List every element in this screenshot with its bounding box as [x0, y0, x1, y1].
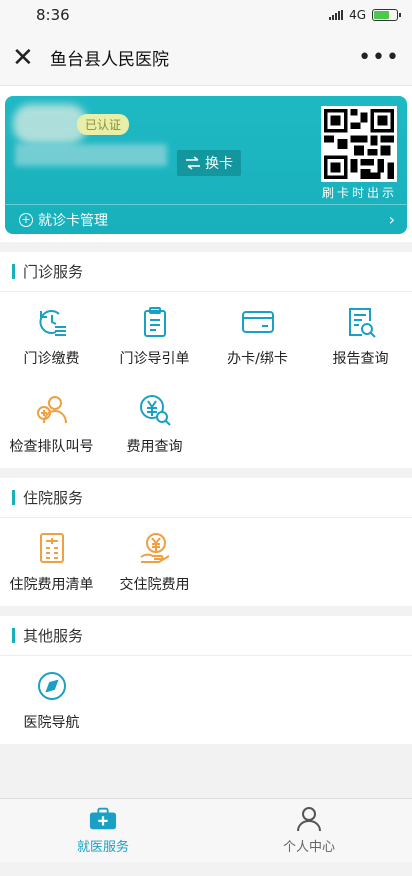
card-icon: [240, 304, 276, 340]
status-bar: 8:36 4G: [0, 0, 412, 30]
service-label: 门诊缴费: [23, 351, 80, 367]
service-label: 交住院费用: [119, 577, 190, 593]
service-outpatient-guide[interactable]: 门诊导引单: [103, 292, 206, 380]
service-label: 住院费用清单: [9, 577, 94, 593]
fee-search-icon: [137, 392, 173, 428]
service-inpatient-pay[interactable]: 交住院费用: [103, 518, 206, 606]
service-grid: 门诊缴费 门诊导引单 办卡/绑卡 报告查询 检查排队叫号 费用查询: [0, 292, 412, 468]
nav-bar: ✕ 鱼台县人民医院 •••: [0, 30, 412, 86]
section-outpatient: 门诊服务 门诊缴费 门诊导引单 办卡/绑卡 报告查询 检查排队叫号 费用查询: [0, 252, 412, 468]
network-type: 4G: [349, 8, 366, 22]
service-label: 门诊导引单: [119, 351, 190, 367]
service-fee-query[interactable]: 费用查询: [103, 380, 206, 468]
queue-user-icon: [34, 392, 70, 428]
section-inpatient: 住院服务 住院费用清单 交住院费用: [0, 478, 412, 606]
chevron-right-icon: ›: [388, 210, 395, 229]
tab-bar: 就医服务 个人中心: [0, 798, 412, 862]
close-icon[interactable]: ✕: [12, 45, 40, 71]
tab-label: 就医服务: [76, 840, 129, 855]
masked-card-number: [15, 144, 167, 166]
bill-list-icon: [34, 530, 70, 566]
service-grid: 住院费用清单 交住院费用: [0, 518, 412, 606]
switch-card-label: 换卡: [205, 156, 233, 172]
add-circle-icon: +: [19, 212, 33, 227]
masked-name: [13, 104, 87, 144]
tab-personal-center[interactable]: 个人中心: [206, 799, 412, 862]
verified-badge: 已认证: [77, 114, 130, 135]
more-icon[interactable]: •••: [358, 45, 400, 70]
clock-list-icon: [34, 304, 70, 340]
service-hospital-navigation[interactable]: 医院导航: [0, 656, 103, 744]
battery-icon: [372, 9, 401, 21]
service-label: 检查排队叫号: [9, 439, 94, 455]
status-indicators: 4G: [329, 8, 401, 22]
tab-medical-service[interactable]: 就医服务: [0, 799, 206, 862]
switch-icon: [186, 156, 200, 170]
service-label: 办卡/绑卡: [227, 351, 288, 367]
report-search-icon: [343, 304, 379, 340]
service-inpatient-bill[interactable]: 住院费用清单: [0, 518, 103, 606]
card-manage-row[interactable]: + 就诊卡管理 ›: [5, 204, 407, 234]
switch-card-button[interactable]: 换卡: [177, 150, 241, 176]
signal-icon: [329, 10, 344, 20]
status-time: 8:36: [36, 6, 70, 24]
section-header: 门诊服务: [0, 252, 412, 292]
compass-icon: [34, 668, 70, 704]
section-header: 住院服务: [0, 478, 412, 518]
clipboard-icon: [137, 304, 173, 340]
page-title: 鱼台县人民医院: [50, 50, 169, 70]
qr-code[interactable]: [321, 106, 397, 182]
service-queue-call[interactable]: 检查排队叫号: [0, 380, 103, 468]
service-card-bind[interactable]: 办卡/绑卡: [206, 292, 309, 380]
service-report-query[interactable]: 报告查询: [309, 292, 412, 380]
medical-card[interactable]: 已认证 换卡 刷卡时出示 + 就诊卡管理 ›: [5, 96, 407, 234]
pay-hand-icon: [137, 530, 173, 566]
section-accent-bar: [12, 628, 15, 643]
person-icon: [295, 806, 323, 832]
section-title: 门诊服务: [23, 263, 84, 281]
section-title: 住院服务: [23, 489, 84, 507]
medical-kit-icon: [89, 806, 117, 832]
tab-label: 个人中心: [282, 840, 335, 855]
section-accent-bar: [12, 490, 15, 505]
section-accent-bar: [12, 264, 15, 279]
bottom-safe-area: [0, 862, 412, 876]
service-label: 费用查询: [126, 439, 183, 455]
service-outpatient-payment[interactable]: 门诊缴费: [0, 292, 103, 380]
service-label: 报告查询: [332, 351, 389, 367]
qr-hint: 刷卡时出示: [321, 186, 397, 200]
section-header: 其他服务: [0, 616, 412, 656]
section-other: 其他服务 医院导航: [0, 616, 412, 744]
service-grid: 医院导航: [0, 656, 412, 744]
service-label: 医院导航: [23, 715, 80, 731]
section-title: 其他服务: [23, 627, 84, 645]
card-manage-label: 就诊卡管理: [38, 212, 108, 229]
card-wrapper: 已认证 换卡 刷卡时出示 + 就诊卡管理 ›: [0, 86, 412, 242]
